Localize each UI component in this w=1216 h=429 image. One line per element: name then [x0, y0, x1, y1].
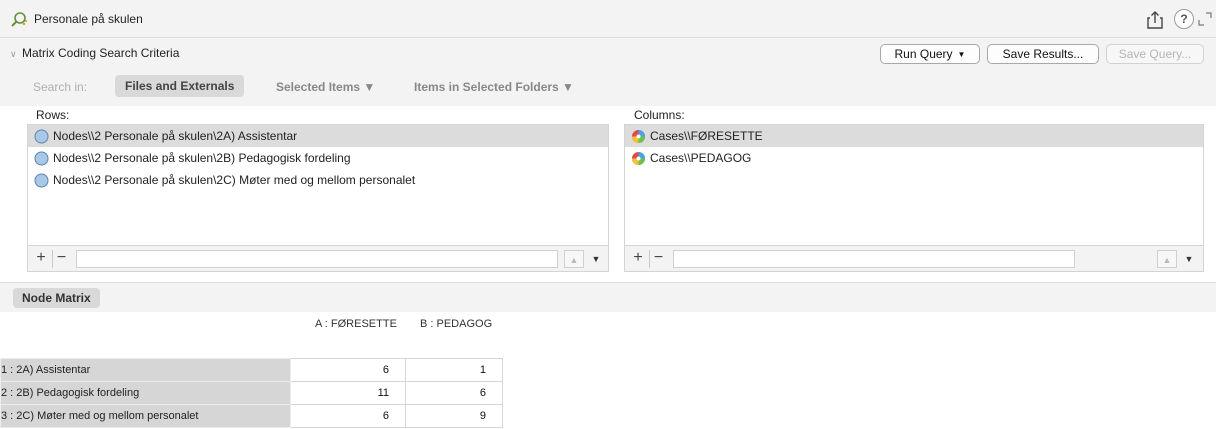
window-title: Personale på skulen — [34, 12, 143, 26]
matrix-cell[interactable]: 6 — [290, 358, 406, 382]
list-item[interactable]: Nodes\\2 Personale på skulen\2B) Pedagog… — [28, 147, 608, 169]
run-query-button[interactable]: Run Query ▼ — [880, 44, 980, 64]
save-results-button[interactable]: Save Results... — [987, 44, 1099, 64]
help-icon[interactable]: ? — [1174, 9, 1194, 29]
row-header[interactable]: 1 : 2A) Assistentar — [0, 358, 291, 382]
run-query-label: Run Query — [894, 47, 953, 61]
node-icon — [34, 129, 49, 143]
matrix-cell[interactable]: 1 — [405, 358, 503, 382]
remove-column-button[interactable]: − — [649, 250, 667, 268]
column-header-a[interactable]: A : FØRESETTE — [315, 318, 397, 330]
column-item-label: Cases\\PEDAGOG — [650, 151, 752, 165]
chevron-down-icon[interactable]: ∨ — [10, 49, 17, 60]
table-row[interactable]: 1 : 2A) Assistentar 6 1 — [0, 358, 503, 382]
query-search-icon — [11, 12, 27, 27]
criteria-header: ∨ Matrix Coding Search Criteria Run Quer… — [0, 38, 1216, 68]
list-item[interactable]: Cases\\FØRESETTE — [625, 125, 1203, 147]
table-row[interactable]: 3 : 2C) Møter med og mellom personalet 6… — [0, 404, 503, 428]
search-scope-bar: Search in: Files and Externals Selected … — [0, 68, 1216, 106]
search-in-label: Search in: — [33, 80, 88, 94]
matrix-cell[interactable]: 6 — [405, 381, 503, 405]
table-row[interactable]: 2 : 2B) Pedagogisk fordeling 11 6 — [0, 381, 503, 405]
node-matrix-table: 1 : 2A) Assistentar 6 1 2 : 2B) Pedagogi… — [0, 358, 503, 428]
window-titlebar: Personale på skulen ? — [0, 0, 1216, 38]
matrix-cell[interactable]: 11 — [290, 381, 406, 405]
move-up-icon: ▲ — [564, 250, 584, 268]
remove-row-button[interactable]: − — [52, 250, 70, 268]
move-down-icon[interactable]: ▼ — [586, 250, 606, 268]
rows-label: Rows: — [36, 108, 70, 122]
node-icon — [34, 151, 49, 165]
move-up-icon: ▲ — [1157, 250, 1177, 268]
row-item-label: Nodes\\2 Personale på skulen\2A) Assiste… — [53, 129, 298, 143]
result-tab-bar: Node Matrix — [0, 282, 1216, 312]
move-down-icon[interactable]: ▼ — [1179, 250, 1199, 268]
column-item-label: Cases\\FØRESETTE — [650, 129, 763, 143]
column-header-b[interactable]: B : PEDAGOG — [420, 318, 492, 330]
matrix-cell[interactable]: 6 — [290, 404, 406, 428]
columns-label: Columns: — [634, 108, 685, 122]
row-item-label: Nodes\\2 Personale på skulen\2B) Pedagog… — [53, 151, 351, 165]
list-item[interactable]: Cases\\PEDAGOG — [625, 147, 1203, 169]
case-icon — [632, 129, 645, 143]
row-item-label: Nodes\\2 Personale på skulen\2C) Møter m… — [53, 173, 416, 187]
caret-down-icon: ▼ — [957, 50, 966, 59]
node-icon — [34, 173, 49, 187]
rows-toolbar: + − ▲ ▼ — [27, 246, 609, 272]
list-item[interactable]: Nodes\\2 Personale på skulen\2A) Assiste… — [28, 125, 608, 147]
tab-node-matrix[interactable]: Node Matrix — [13, 288, 100, 308]
columns-filter-field[interactable] — [673, 250, 1075, 268]
share-icon[interactable] — [1146, 10, 1164, 30]
add-row-button[interactable]: + — [32, 250, 50, 268]
row-header[interactable]: 3 : 2C) Møter med og mellom personalet — [0, 404, 291, 428]
rows-filter-field[interactable] — [76, 250, 558, 268]
columns-list: Cases\\FØRESETTE Cases\\PEDAGOG — [624, 124, 1204, 246]
scope-selected-items[interactable]: Selected Items ▼ — [276, 80, 375, 94]
row-header[interactable]: 2 : 2B) Pedagogisk fordeling — [0, 381, 291, 405]
list-item[interactable]: Nodes\\2 Personale på skulen\2C) Møter m… — [28, 169, 608, 191]
add-column-button[interactable]: + — [629, 250, 647, 268]
scope-files-and-externals[interactable]: Files and Externals — [115, 75, 245, 97]
scope-items-in-selected-folders[interactable]: Items in Selected Folders ▼ — [414, 80, 574, 94]
columns-toolbar: + − ▲ ▼ — [624, 246, 1204, 272]
rows-list: Nodes\\2 Personale på skulen\2A) Assiste… — [27, 124, 609, 246]
case-icon — [632, 151, 645, 165]
criteria-title[interactable]: Matrix Coding Search Criteria — [22, 46, 179, 60]
expand-icon[interactable] — [1198, 12, 1212, 26]
save-query-button: Save Query... — [1106, 44, 1204, 64]
matrix-cell[interactable]: 9 — [405, 404, 503, 428]
